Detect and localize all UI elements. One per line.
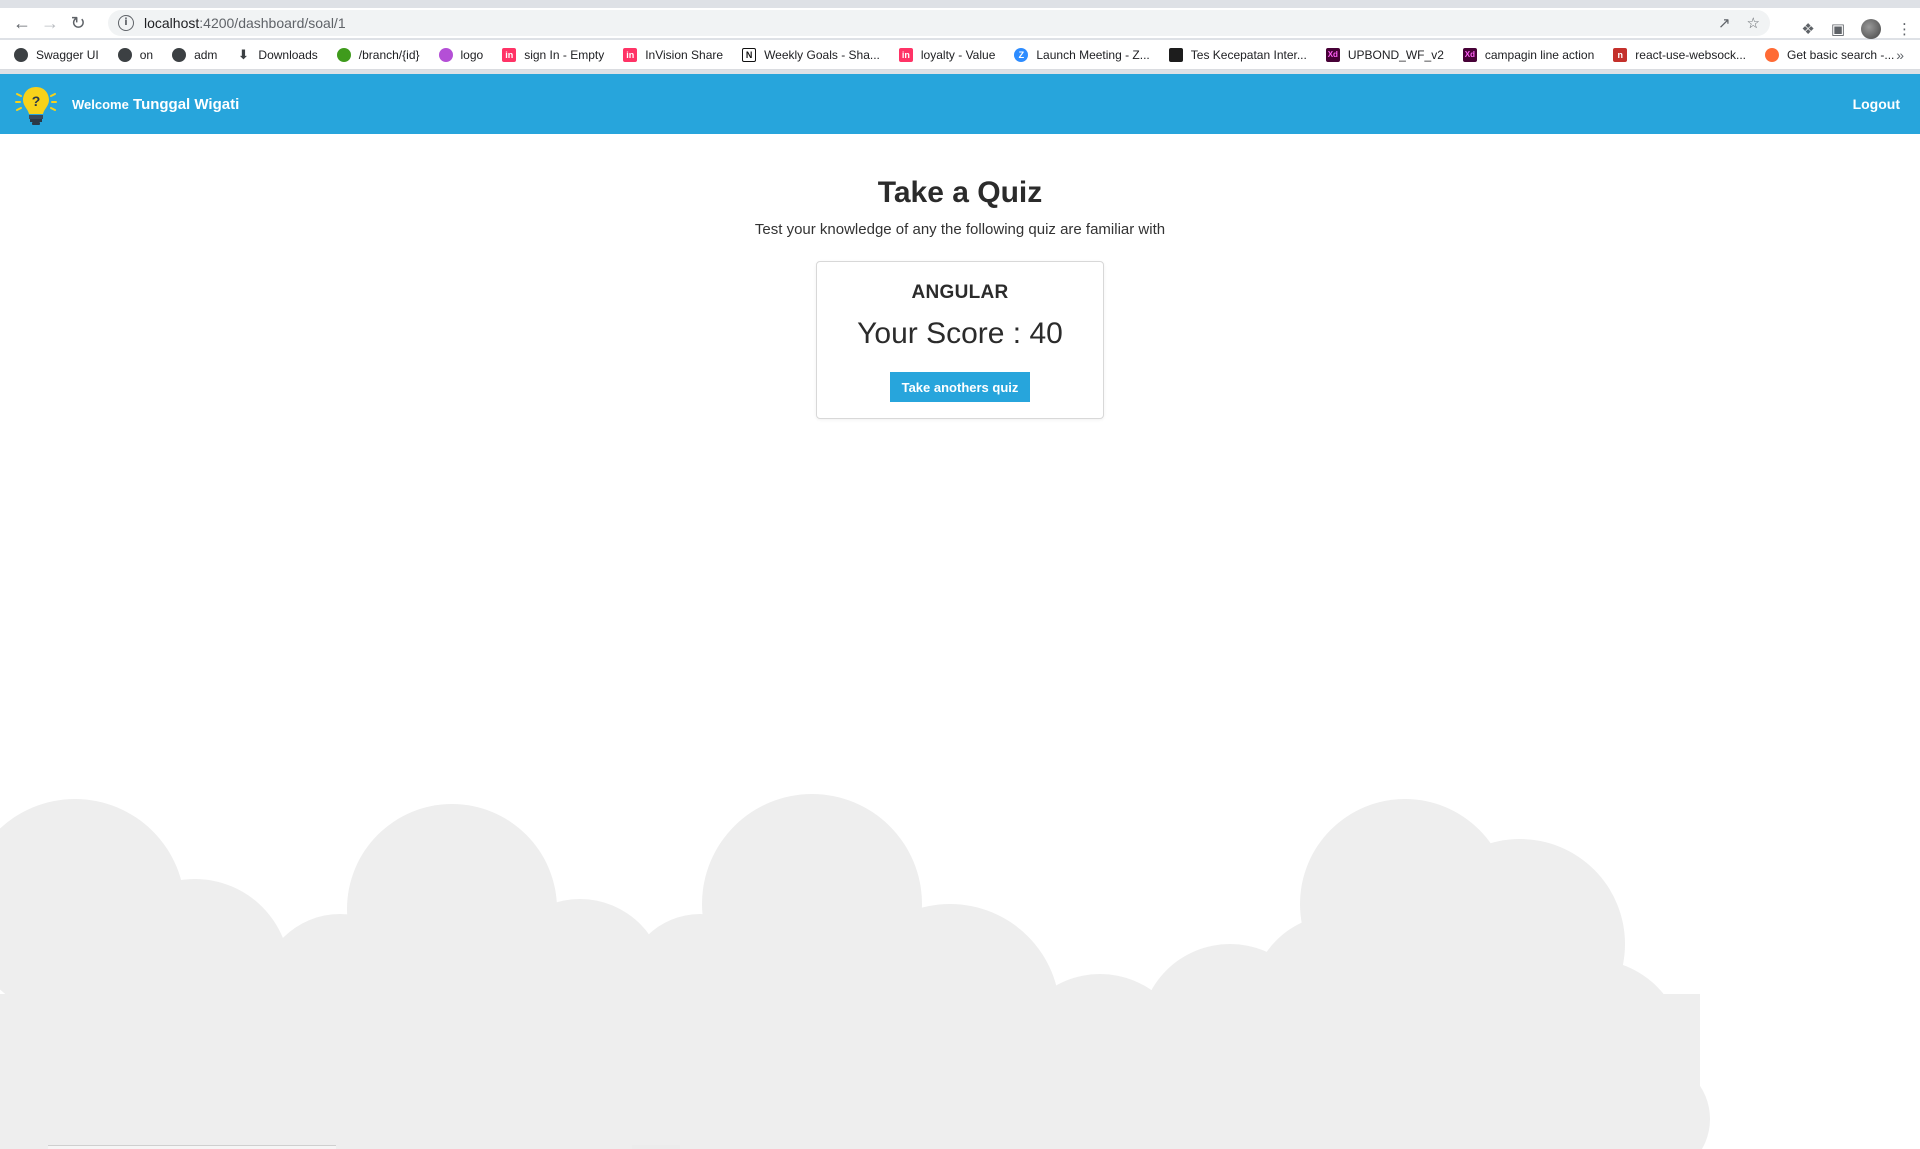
zoom-icon: Z — [1014, 47, 1029, 62]
bookmark-label: adm — [194, 47, 218, 62]
browser-toolbar: ← → ↻ i localhost:4200/dashboard/soal/1 … — [0, 8, 1920, 39]
bookmark-item[interactable]: Xd campagin line action — [1462, 47, 1595, 62]
bookmark-item[interactable]: Swagger UI — [14, 47, 99, 62]
address-bar[interactable]: i localhost:4200/dashboard/soal/1 ↗ ☆ — [108, 10, 1770, 36]
bookmark-label: /branch/{id} — [358, 47, 420, 62]
bookmark-item[interactable]: ⬇ Downloads — [236, 46, 318, 62]
site-info-icon[interactable]: i — [118, 15, 134, 31]
welcome-text: Welcome Tunggal Wigati — [72, 96, 239, 113]
url-host: localhost — [144, 15, 200, 31]
invision-icon: in — [623, 47, 638, 62]
bookmark-item[interactable]: Tes Kecepatan Inter... — [1168, 47, 1307, 62]
bookmark-label: react-use-websock... — [1635, 47, 1746, 62]
bookmark-label: campagin line action — [1484, 47, 1595, 62]
extensions-icon[interactable]: ❖ — [1801, 20, 1814, 38]
share-icon[interactable]: ↗ — [1718, 14, 1731, 32]
quiz-name: ANGULAR — [911, 282, 1009, 303]
invision-icon: in — [898, 47, 913, 62]
bookmark-item[interactable]: in InVision Share — [623, 47, 724, 62]
bookmark-item[interactable]: Get basic search -... — [1765, 47, 1895, 62]
bookmark-item[interactable]: in sign In - Empty — [502, 47, 605, 62]
main-content: Take a Quiz Test your knowledge of any t… — [0, 134, 1920, 1149]
bottom-bar-center — [632, 1145, 680, 1149]
bookmark-item[interactable]: N Weekly Goals - Sha... — [742, 47, 880, 62]
bookmark-label: logo — [460, 47, 484, 62]
red-square-icon: n — [1613, 47, 1628, 62]
bookmark-item[interactable]: logo — [438, 47, 484, 62]
invision-icon: in — [502, 47, 517, 62]
lightbulb-logo-icon: ? — [15, 87, 57, 125]
bookmarks-overflow-icon[interactable]: » — [1896, 47, 1904, 63]
quiz-result-card: ANGULAR Your Score : 40 Take anothers qu… — [816, 261, 1104, 419]
bookmark-label: sign In - Empty — [524, 47, 605, 62]
bookmark-item[interactable]: adm — [172, 47, 218, 62]
purple-logo-icon — [438, 47, 453, 62]
user-name: Tunggal Wigati — [133, 96, 240, 113]
welcome-label: Welcome — [72, 97, 129, 112]
side-panel-icon[interactable]: ▣ — [1831, 20, 1845, 38]
bookmark-label: Launch Meeting - Z... — [1036, 47, 1150, 62]
take-another-quiz-button[interactable]: Take anothers quiz — [890, 372, 1030, 402]
bookmarks-bar: Swagger UI on adm ⬇ Downloads /branch/{id… — [0, 40, 1920, 70]
reload-icon[interactable]: ↻ — [64, 9, 92, 37]
profile-avatar[interactable] — [1861, 19, 1881, 39]
bookmark-item[interactable]: on — [117, 47, 154, 62]
bookmark-item[interactable]: /branch/{id} — [336, 47, 420, 62]
green-circle-icon — [336, 47, 351, 62]
score-text: Your Score : 40 — [857, 317, 1063, 350]
bookmark-label: InVision Share — [645, 47, 724, 62]
notion-icon: N — [742, 47, 757, 62]
speedtest-icon — [1168, 47, 1183, 62]
bookmark-label: on — [139, 47, 154, 62]
bookmark-item[interactable]: Z Launch Meeting - Z... — [1014, 47, 1150, 62]
xd-icon: Xd — [1325, 47, 1340, 62]
bookmark-label: UPBOND_WF_v2 — [1347, 47, 1444, 62]
tab-strip — [0, 0, 1920, 8]
bookmark-label: Tes Kecepatan Inter... — [1190, 47, 1307, 62]
page-title: Take a Quiz — [877, 176, 1043, 209]
bookmark-item[interactable]: n react-use-websock... — [1613, 47, 1746, 62]
browser-chrome: ← → ↻ i localhost:4200/dashboard/soal/1 … — [0, 0, 1920, 74]
globe-icon — [14, 47, 28, 62]
bookmark-label: Get basic search -... — [1787, 47, 1895, 62]
bottom-bar-left — [48, 1145, 336, 1149]
url-text[interactable]: localhost:4200/dashboard/soal/1 — [144, 15, 346, 31]
forward-icon[interactable]: → — [36, 9, 64, 37]
bookmark-label: loyalty - Value — [920, 47, 996, 62]
cloud-background-decoration — [0, 794, 1710, 1149]
bookmark-item[interactable]: in loyalty - Value — [898, 47, 996, 62]
xd-icon: Xd — [1462, 47, 1477, 62]
url-path: :4200/dashboard/soal/1 — [199, 15, 346, 31]
bookmark-label: Weekly Goals - Sha... — [764, 47, 880, 62]
back-icon[interactable]: ← — [8, 9, 36, 37]
globe-icon — [172, 47, 187, 62]
app-header: ? Welcome Tunggal Wigati Logout — [0, 74, 1920, 134]
bookmark-label: Downloads — [258, 47, 318, 62]
bookmark-label: Swagger UI — [36, 47, 99, 62]
bookmark-item[interactable]: Xd UPBOND_WF_v2 — [1325, 47, 1444, 62]
svg-text:?: ? — [32, 93, 41, 109]
orange-circle-icon — [1765, 47, 1779, 62]
download-icon: ⬇ — [237, 46, 249, 62]
globe-icon — [117, 47, 132, 62]
logout-link[interactable]: Logout — [1853, 96, 1900, 112]
bookmark-star-icon[interactable]: ☆ — [1747, 14, 1760, 32]
menu-kebab-icon[interactable]: ⋮ — [1897, 20, 1912, 38]
page-subtitle: Test your knowledge of any the following… — [754, 221, 1166, 238]
